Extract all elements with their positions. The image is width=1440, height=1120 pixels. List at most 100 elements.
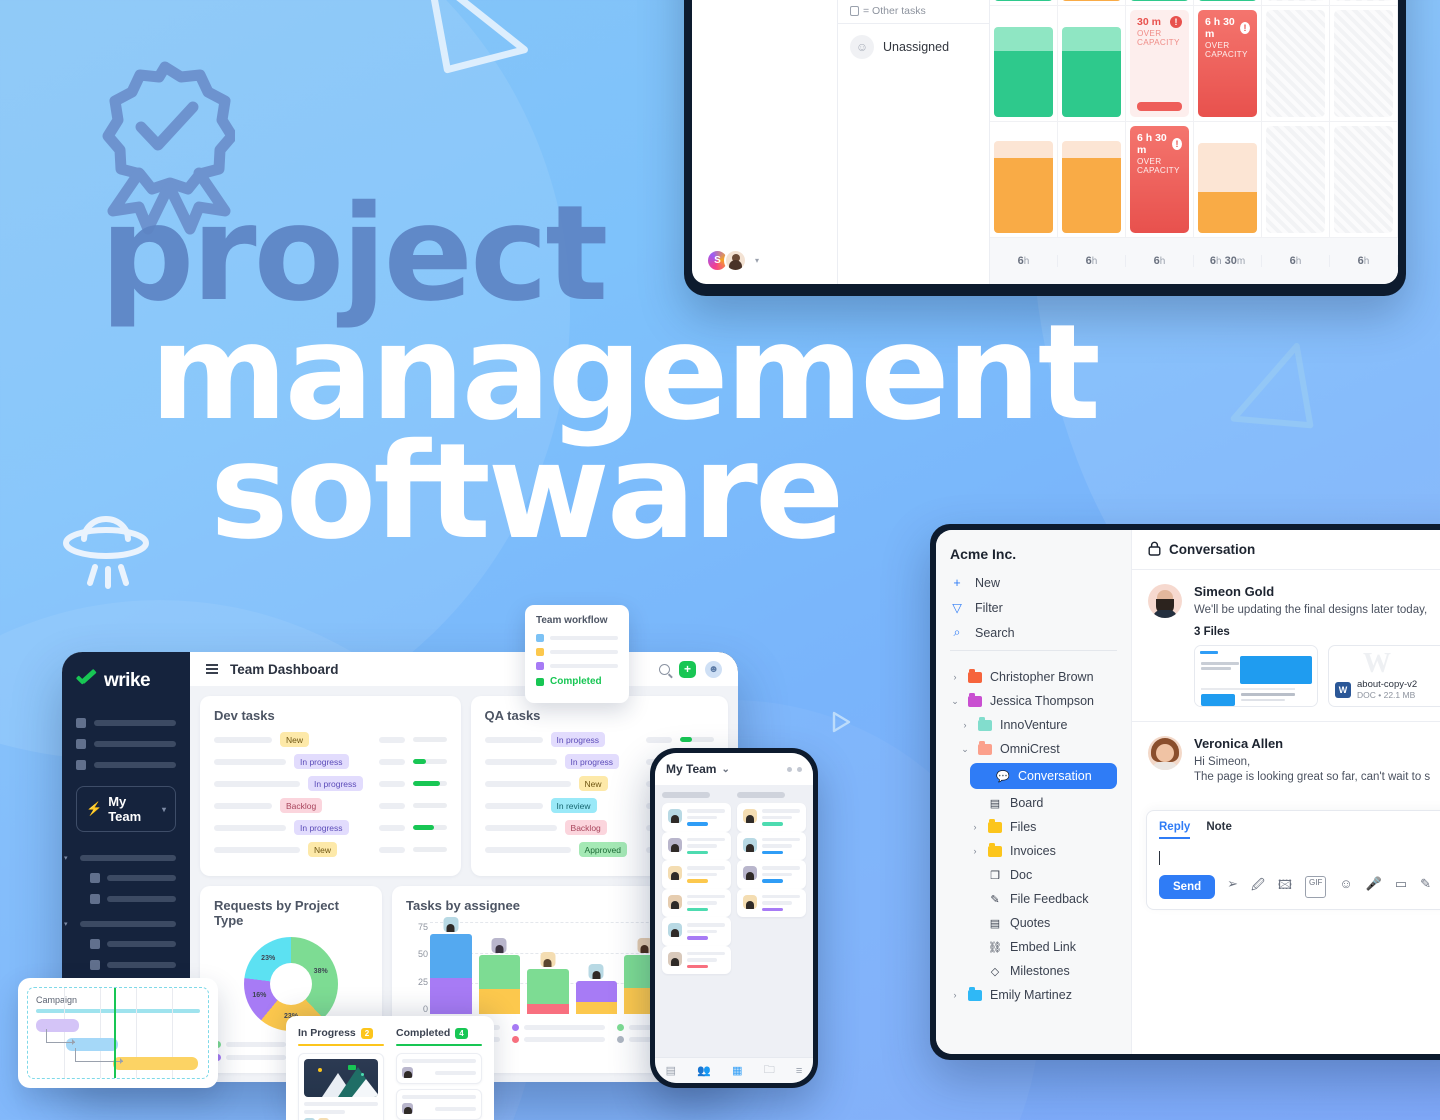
tree-item-jessica-thompson[interactable]: ⌄ Jessica Thompson — [950, 689, 1117, 713]
menu-icon[interactable]: ≡ — [796, 1065, 802, 1077]
kanban-card[interactable] — [298, 1053, 384, 1120]
workload-cell[interactable]: 30 m! OVER CAPACITY — [1126, 6, 1194, 122]
progress-bar — [412, 847, 447, 852]
tree-item-file-feedback[interactable]: ✎ File Feedback — [970, 887, 1117, 911]
sidebar-action-new[interactable]: + New — [950, 576, 1117, 590]
workload-cell[interactable]: 6 h 30 m! OVER CAPACITY — [1194, 6, 1262, 122]
table-row[interactable]: In progress — [214, 820, 447, 835]
sidebar-item[interactable] — [76, 873, 176, 883]
mic-icon[interactable]: 🎤 — [1366, 876, 1382, 898]
tree-item-conversation[interactable]: 💬 Conversation — [970, 763, 1117, 789]
gif-icon[interactable]: GIF — [1305, 876, 1327, 898]
workload-cell[interactable] — [1262, 6, 1330, 122]
tree-item-omnicrest[interactable]: ⌄ OmniCrest — [960, 737, 1117, 761]
list-item[interactable] — [662, 831, 731, 860]
tree-item-emily-martinez[interactable]: › Emily Martinez — [950, 983, 1117, 1007]
list-item[interactable] — [737, 860, 806, 889]
chevron-right-icon[interactable]: › — [970, 822, 980, 832]
search-icon[interactable] — [659, 663, 670, 675]
sidebar-item[interactable] — [76, 739, 176, 749]
pen-icon[interactable]: ✎ — [1420, 876, 1431, 898]
chevron-right-icon[interactable]: › — [950, 672, 960, 682]
sidebar-item[interactable] — [76, 894, 176, 904]
board-icon[interactable]: ▦ — [732, 1064, 742, 1077]
sidebar-item[interactable] — [76, 960, 176, 970]
team-selector[interactable]: ⚡ My Team ▾ — [76, 786, 176, 832]
sidebar-item[interactable] — [76, 939, 176, 949]
tree-item-doc[interactable]: ❒ Doc — [970, 863, 1117, 887]
paperclip-icon[interactable]: 🖉 — [1251, 876, 1265, 898]
tree-item-invoices[interactable]: › Invoices — [970, 839, 1117, 863]
bar-column[interactable] — [430, 917, 472, 1014]
table-row[interactable]: In progress — [484, 732, 714, 747]
table-row[interactable]: New — [214, 842, 447, 857]
list-item[interactable] — [662, 917, 731, 946]
table-row[interactable]: In progress — [214, 776, 447, 791]
folder-icon[interactable]: 🗀 — [764, 1061, 775, 1080]
workload-cell[interactable] — [1194, 122, 1262, 238]
list-item[interactable] — [737, 831, 806, 860]
workload-cell[interactable] — [1262, 122, 1330, 238]
sidebar-group[interactable]: ▾ — [64, 920, 176, 928]
kanban-card[interactable] — [396, 1089, 482, 1120]
table-row[interactable]: Backlog — [214, 798, 447, 813]
sidebar-item[interactable] — [76, 760, 176, 770]
tree-item-board[interactable]: ▤ Board — [970, 791, 1117, 815]
list-item[interactable] — [737, 803, 806, 832]
filter-icon: ▽ — [952, 601, 962, 615]
card-icon[interactable]: ▭ — [1395, 876, 1407, 898]
image-icon[interactable]: 🖾 — [1278, 876, 1292, 898]
add-button[interactable]: + — [679, 660, 696, 678]
list-item[interactable] — [662, 860, 731, 889]
table-row[interactable]: New — [214, 732, 447, 747]
list-item[interactable] — [662, 803, 731, 832]
tree-item-milestones[interactable]: ◇ Milestones — [970, 959, 1117, 983]
send-plane-icon[interactable]: ➢ — [1227, 876, 1238, 898]
menu-icon[interactable] — [206, 663, 218, 675]
send-button[interactable]: Send — [1159, 875, 1216, 899]
emoji-icon[interactable]: ☺ — [1339, 876, 1352, 898]
tree-item-innoventure[interactable]: › InnoVenture — [960, 713, 1117, 737]
chevron-down-icon[interactable]: ⌄ — [950, 696, 960, 707]
list-item[interactable] — [737, 888, 806, 917]
tab-note[interactable]: Note — [1206, 821, 1232, 839]
tab-reply[interactable]: Reply — [1159, 821, 1191, 839]
message-item: Simeon Gold We'll be updating the final … — [1132, 570, 1440, 722]
tree-item-files[interactable]: › Files — [970, 815, 1117, 839]
task-block — [1198, 143, 1257, 193]
file-card-image[interactable] — [1194, 645, 1318, 707]
file-card-doc[interactable]: W W about-copy-v2 DOC • 22.1 MB — [1328, 645, 1440, 707]
sidebar-item[interactable] — [76, 718, 176, 728]
tree-item-quotes[interactable]: ▤ Quotes — [970, 911, 1117, 935]
chevron-right-icon[interactable]: › — [970, 846, 980, 856]
kanban-card[interactable] — [396, 1053, 482, 1084]
workload-cell[interactable] — [1330, 122, 1398, 238]
sidebar-group[interactable]: ▾ — [64, 854, 176, 862]
list-item-unassigned[interactable]: ☺ Unassigned — [838, 23, 989, 70]
text-cursor[interactable] — [1159, 851, 1160, 865]
chevron-down-icon[interactable]: ▾ — [162, 805, 166, 814]
list-item[interactable] — [662, 945, 731, 974]
chevron-down-icon[interactable]: ⌄ — [960, 744, 970, 755]
chevron-down-icon[interactable]: ⌄ — [721, 764, 729, 775]
sidebar-action-filter[interactable]: ▽ Filter — [950, 600, 1117, 616]
people-icon[interactable]: 👥 — [697, 1064, 711, 1077]
folder-icon — [968, 669, 982, 683]
table-row[interactable]: In progress — [214, 754, 447, 769]
workload-cell[interactable] — [1330, 6, 1398, 122]
chevron-right-icon[interactable]: › — [950, 990, 960, 1000]
inbox-icon[interactable]: ▤ — [666, 1064, 676, 1077]
avatar[interactable]: ☻ — [705, 660, 722, 678]
tree-item-christopher-brown[interactable]: › Christopher Brown — [950, 665, 1117, 689]
chevron-right-icon[interactable]: › — [960, 720, 970, 730]
workload-cell[interactable] — [1058, 6, 1126, 122]
sidebar-action-search[interactable]: ⌕ Search — [950, 625, 1117, 640]
bar-column[interactable] — [575, 922, 617, 1014]
list-item[interactable] — [662, 888, 731, 917]
workload-cell[interactable] — [990, 6, 1058, 122]
phone-header-dots — [787, 766, 802, 772]
tree-item-embed-link[interactable]: ⛓ Embed Link — [970, 935, 1117, 959]
bar-column[interactable] — [527, 922, 569, 1014]
pie-slice-label: 16% — [252, 992, 267, 1000]
bar-column[interactable] — [478, 922, 520, 1014]
